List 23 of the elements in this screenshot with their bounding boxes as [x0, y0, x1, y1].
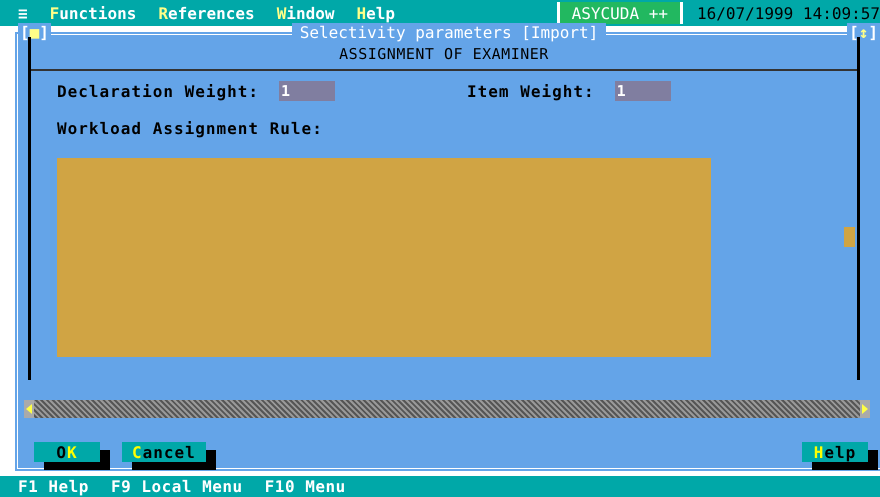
app-name: ASYCUDA ++ [556, 2, 683, 24]
menu-item[interactable]: Help [356, 4, 396, 22]
field-label: Workload Assignment Rule: [57, 119, 324, 138]
menu-item[interactable]: Functions [50, 4, 136, 22]
menu-item[interactable]: Window [276, 4, 334, 22]
resize-control[interactable]: [↕] [847, 23, 880, 42]
dialog-button[interactable]: Cancel [122, 442, 206, 462]
shortcut-hint: F9 Local Menu [110, 477, 243, 496]
field-label: Declaration Weight: [57, 82, 260, 100]
system-menu[interactable]: ≡ [18, 4, 28, 22]
window-title: Selectivity parameters [Import] [292, 23, 606, 42]
scroll-thumb[interactable] [844, 227, 855, 247]
input-field[interactable]: 1 [614, 81, 671, 101]
date-time: 16/07/1999 14:09:57 [696, 4, 880, 22]
input-field[interactable]: 1 [279, 81, 336, 101]
dialog-button[interactable]: OK [34, 442, 100, 462]
shortcut-hint: F10 Menu [264, 477, 346, 496]
dialog-button[interactable]: Help [802, 442, 868, 462]
field-label: Item Weight: [467, 82, 595, 100]
horizontal-scrollbar[interactable] [24, 400, 870, 418]
menu-item[interactable]: References [158, 4, 255, 22]
close-control[interactable]: [■] [18, 23, 51, 42]
shortcut-hint: F1 Help [18, 477, 89, 496]
